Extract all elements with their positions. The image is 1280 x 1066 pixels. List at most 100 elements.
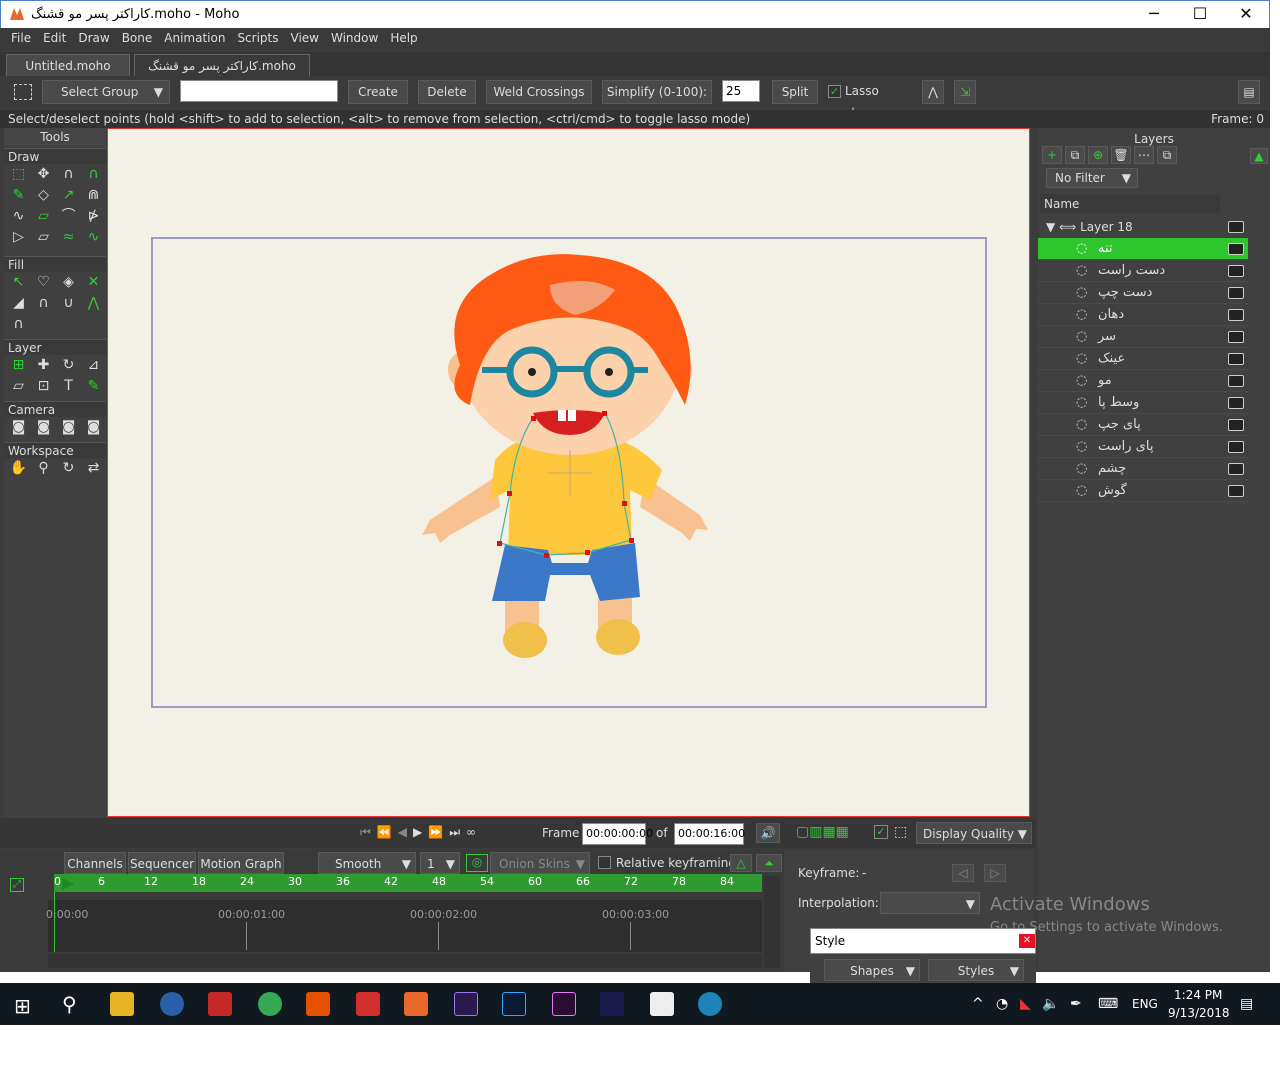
eye-icon[interactable] [1228, 397, 1244, 409]
eye-icon[interactable] [1228, 485, 1244, 497]
eraser-tool-icon[interactable]: ↗ [56, 185, 81, 206]
layer-row[interactable]: ◌ وسط پا [1038, 392, 1248, 414]
media-encoder-icon[interactable] [600, 992, 624, 1016]
language-indicator[interactable]: ENG [1132, 997, 1158, 1011]
zoom-tool-icon[interactable]: ⚲ [31, 458, 56, 479]
playhead[interactable] [54, 892, 55, 952]
prev-keyframe-icon[interactable]: ◁ [952, 864, 974, 882]
menu-window[interactable]: Window [325, 28, 384, 48]
layer-row[interactable]: ◌ دهان [1038, 304, 1248, 326]
pan-tilt-camera-icon[interactable]: ◙ [81, 417, 106, 438]
clock-date[interactable]: 9/13/2018 [1168, 1006, 1230, 1020]
next-frame-icon[interactable]: ⏩ [428, 825, 449, 839]
pen-icon[interactable]: ✒ [1070, 996, 1082, 1012]
create-button[interactable]: Create [348, 80, 408, 104]
style-popup[interactable]: Style ✕ [810, 928, 1036, 954]
eye-icon[interactable] [1228, 419, 1244, 431]
search-icon[interactable]: ⚲ [62, 992, 77, 1016]
browser-icon[interactable] [160, 992, 184, 1016]
next-keyframe-icon[interactable]: ▷ [984, 864, 1006, 882]
prev-key-icon[interactable]: ⏪ [377, 825, 398, 839]
group-name-input[interactable] [180, 80, 338, 102]
expand-timeline-icon[interactable]: ⤢ [10, 878, 24, 892]
freehand-icon[interactable]: ⋀ [922, 80, 944, 104]
curve-profile-tool-icon[interactable]: ⋀ [81, 293, 106, 314]
shear-tool-icon[interactable]: ⌒ [56, 206, 81, 227]
app-blue-icon[interactable] [698, 992, 722, 1016]
onion-toggle-icon[interactable]: ◎ [466, 854, 488, 872]
split-button[interactable]: Split [772, 80, 818, 104]
kf-interpolation-dropdown[interactable]: ▼ [880, 892, 980, 914]
scatter-brush-tool-icon[interactable]: ▱ [31, 206, 56, 227]
simplify-input[interactable]: 25 [722, 80, 760, 102]
line-width-tool-icon[interactable]: ◢ [6, 293, 31, 314]
loop-icon[interactable]: ∞ [466, 825, 482, 839]
hide-edge-tool-icon[interactable]: ∩ [31, 293, 56, 314]
eye-icon[interactable] [1228, 243, 1244, 255]
add-point-tool-icon[interactable]: ∩ [56, 164, 81, 185]
filter-dropdown[interactable]: No Filter ▼ [1046, 168, 1138, 188]
stroke-exposure-tool-icon[interactable]: ∪ [56, 293, 81, 314]
eye-icon[interactable] [1228, 331, 1244, 343]
magnet-tool-icon[interactable]: ▱ [31, 227, 56, 248]
zoom-camera-icon[interactable]: ◙ [31, 417, 56, 438]
security-icon[interactable]: ◣ [1020, 996, 1031, 1012]
styles-dropdown[interactable]: Styles ▼ [928, 959, 1024, 981]
translate-layer-tool-icon[interactable]: ✚ [31, 355, 56, 376]
rotate-layer-tool-icon[interactable]: ↻ [56, 355, 81, 376]
select-group-dropdown[interactable]: Select Group ▼ [42, 80, 170, 104]
minimize-button[interactable]: ─ [1131, 1, 1177, 29]
book-icon[interactable]: ▤ [1238, 80, 1260, 104]
set-origin-tool-icon[interactable]: ⊞ [6, 355, 31, 376]
first-frame-icon[interactable]: ⏮ [360, 825, 377, 839]
track-camera-icon[interactable]: ◙ [6, 417, 31, 438]
lasso-icon[interactable]: ⇲ [954, 80, 976, 104]
draw-shape-tool-icon[interactable]: ◇ [31, 185, 56, 206]
tab-character[interactable]: کاراکتر پسر مو قشنگ.moho ✎ [134, 54, 310, 87]
layer-row[interactable]: ◌ مو [1038, 370, 1248, 392]
menu-help[interactable]: Help [384, 28, 423, 48]
app-rainbow-icon[interactable] [356, 992, 380, 1016]
tab-channels[interactable]: Channels [64, 852, 126, 874]
wave-tool-icon[interactable]: ∿ [81, 227, 106, 248]
frame-ruler[interactable]: 0 ▶ 6 12 18 24 30 36 42 48 54 60 66 72 7… [54, 874, 762, 892]
premiere-icon[interactable] [552, 992, 576, 1016]
layers-name-header[interactable]: Name [1040, 194, 1220, 214]
tab-sequencer[interactable]: Sequencer [128, 852, 196, 874]
clapperboard-icon[interactable] [650, 992, 674, 1016]
eye-icon[interactable] [1228, 265, 1244, 277]
menu-view[interactable]: View [285, 28, 325, 48]
total-frames-input[interactable]: 00:00:16:00 [674, 823, 745, 845]
character-illustration[interactable] [400, 245, 720, 675]
menu-file[interactable]: File [5, 28, 37, 48]
rotate-workspace-icon[interactable]: ↻ [56, 458, 81, 479]
interpolation-dropdown[interactable]: Smooth ▼ [318, 852, 416, 874]
frame-input[interactable]: 00:00:00:00 [582, 823, 653, 845]
menu-draw[interactable]: Draw [72, 28, 115, 48]
windows-start-icon[interactable]: ⊞ [14, 994, 31, 1018]
audio-icon[interactable]: 🔊 [756, 823, 780, 843]
point-reduction-tool-icon[interactable]: ⋒ [81, 185, 106, 206]
eyedropper-tool-icon[interactable]: ✎ [81, 376, 106, 397]
curvature-tool-icon[interactable]: ∩ [81, 164, 106, 185]
photoshop-icon[interactable] [502, 992, 526, 1016]
more-options-icon[interactable]: ⋯ [1134, 146, 1154, 164]
eye-icon[interactable] [1228, 441, 1244, 453]
menu-edit[interactable]: Edit [37, 28, 72, 48]
onion-skins-dropdown[interactable]: Onion Skins ▼ [490, 852, 590, 874]
file-explorer-icon[interactable] [110, 992, 134, 1016]
freehand-tool-icon[interactable]: ✎ [6, 185, 31, 206]
maximize-button[interactable]: ☐ [1177, 1, 1223, 29]
eye-icon[interactable] [1228, 353, 1244, 365]
eye-icon[interactable] [1228, 463, 1244, 475]
perspective-tool-icon[interactable]: ▷ [6, 227, 31, 248]
menu-scripts[interactable]: Scripts [231, 28, 284, 48]
tab-untitled[interactable]: Untitled.moho [6, 54, 130, 76]
tab-motion-graph[interactable]: Motion Graph [198, 852, 284, 874]
after-effects-icon[interactable] [454, 992, 478, 1016]
moho-taskbar-icon[interactable] [404, 992, 428, 1016]
roll-camera-icon[interactable]: ◙ [56, 417, 81, 438]
weld-crossings-button[interactable]: Weld Crossings [486, 80, 592, 104]
timeline-vscrollbar[interactable] [764, 876, 780, 968]
layer-row[interactable]: ◌ چشم [1038, 458, 1248, 480]
